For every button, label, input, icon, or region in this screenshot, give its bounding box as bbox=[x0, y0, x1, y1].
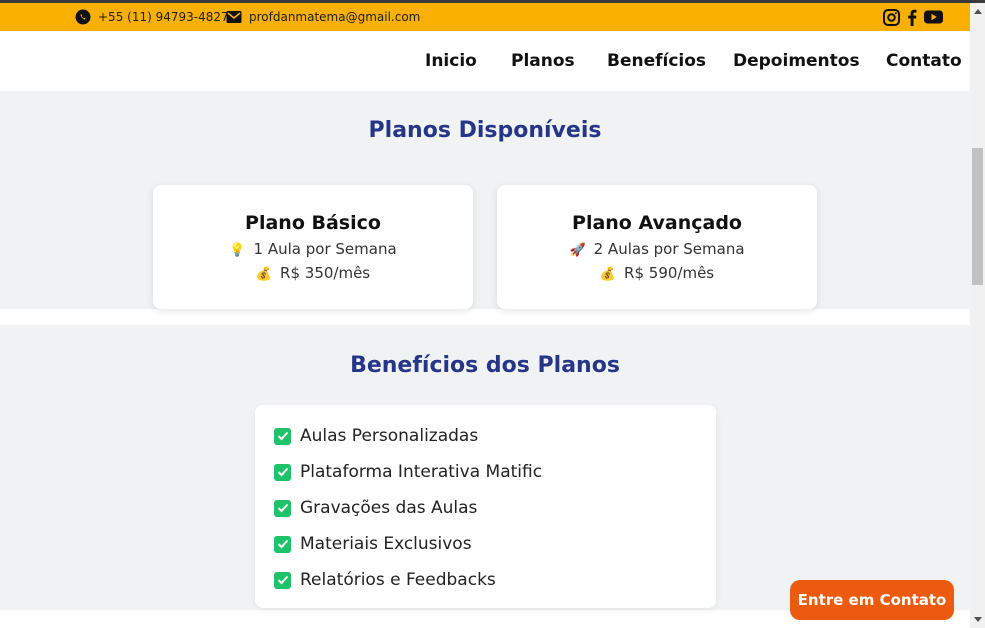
lightbulb-icon: 💡 bbox=[229, 243, 246, 258]
top-contact-bar: +55 (11) 94793-4827 profdanmatema@gmail.… bbox=[0, 3, 970, 31]
plan-price-text: R$ 350/mês bbox=[280, 264, 371, 282]
plans-section: Planos Disponíveis Plano Básico 💡 1 Aula … bbox=[0, 91, 970, 309]
benefit-item: Relatórios e Feedbacks bbox=[274, 568, 496, 592]
plan-price: 💰 R$ 350/mês bbox=[153, 264, 473, 282]
benefit-text: Plataforma Interativa Matific bbox=[300, 462, 543, 482]
checkbox-checked-icon bbox=[274, 535, 291, 553]
nav-planos[interactable]: Planos bbox=[511, 31, 575, 91]
instagram-icon[interactable] bbox=[883, 8, 900, 26]
checkbox-checked-icon bbox=[274, 427, 291, 445]
benefit-text: Relatórios e Feedbacks bbox=[300, 570, 496, 590]
benefit-item: Aulas Personalizadas bbox=[274, 424, 478, 448]
email-text: profdanmatema@gmail.com bbox=[249, 10, 421, 24]
benefit-text: Gravações das Aulas bbox=[300, 498, 478, 518]
nav-depoimentos[interactable]: Depoimentos bbox=[733, 31, 860, 91]
plan-detail: 💡 1 Aula por Semana bbox=[153, 240, 473, 258]
social-links bbox=[883, 3, 943, 31]
scrollbar-thumb[interactable] bbox=[972, 148, 983, 285]
nav-inicio[interactable]: Inicio bbox=[425, 31, 477, 91]
plan-price: 💰 R$ 590/mês bbox=[497, 264, 817, 282]
money-bag-icon: 💰 bbox=[255, 267, 273, 282]
rocket-icon: 🚀 bbox=[569, 243, 586, 258]
scroll-up-arrow-icon[interactable] bbox=[974, 9, 982, 14]
whatsapp-icon bbox=[75, 9, 91, 25]
nav-beneficios[interactable]: Benefícios bbox=[607, 31, 706, 91]
benefit-item: Gravações das Aulas bbox=[274, 496, 477, 520]
benefit-text: Materiais Exclusivos bbox=[300, 534, 472, 554]
plan-card-advanced[interactable]: Plano Avançado 🚀 2 Aulas por Semana 💰 R$ 5… bbox=[497, 185, 817, 309]
benefit-item: Plataforma Interativa Matific bbox=[274, 460, 542, 484]
plan-detail-text: 2 Aulas por Semana bbox=[593, 240, 745, 258]
contact-cta-button[interactable]: Entre em Contato bbox=[790, 580, 954, 620]
checkbox-checked-icon bbox=[274, 463, 291, 481]
checkbox-checked-icon bbox=[274, 499, 291, 517]
plan-name: Plano Básico bbox=[245, 212, 381, 234]
plan-price-text: R$ 590/mês bbox=[624, 264, 715, 282]
page-scrollbar[interactable] bbox=[970, 3, 985, 628]
plan-card-basic[interactable]: Plano Básico 💡 1 Aula por Semana 💰 R$ 350/… bbox=[153, 185, 473, 309]
benefit-text: Aulas Personalizadas bbox=[300, 426, 479, 446]
plan-detail: 🚀 2 Aulas por Semana bbox=[497, 240, 817, 258]
email-contact[interactable]: profdanmatema@gmail.com bbox=[226, 3, 420, 31]
youtube-icon[interactable] bbox=[924, 10, 943, 24]
nav-contato[interactable]: Contato bbox=[886, 31, 962, 91]
facebook-icon[interactable] bbox=[906, 9, 918, 26]
checkbox-checked-icon bbox=[274, 571, 291, 589]
benefits-list-card: Aulas Personalizadas Plataforma Interati… bbox=[255, 405, 716, 608]
page: +55 (11) 94793-4827 profdanmatema@gmail.… bbox=[0, 0, 985, 628]
plan-detail-text: 1 Aula por Semana bbox=[253, 240, 397, 258]
money-bag-icon: 💰 bbox=[599, 267, 617, 282]
phone-text: +55 (11) 94793-4827 bbox=[98, 10, 229, 24]
plans-section-title: Planos Disponíveis bbox=[368, 118, 602, 143]
benefits-section-title: Benefícios dos Planos bbox=[350, 353, 620, 378]
benefit-item: Materiais Exclusivos bbox=[274, 532, 472, 556]
envelope-icon bbox=[226, 11, 242, 23]
phone-contact[interactable]: +55 (11) 94793-4827 bbox=[75, 3, 229, 31]
scroll-down-arrow-icon[interactable] bbox=[974, 617, 982, 622]
plan-name: Plano Avançado bbox=[572, 212, 742, 234]
main-navbar: Inicio Planos Benefícios Depoimentos Con… bbox=[0, 31, 970, 91]
